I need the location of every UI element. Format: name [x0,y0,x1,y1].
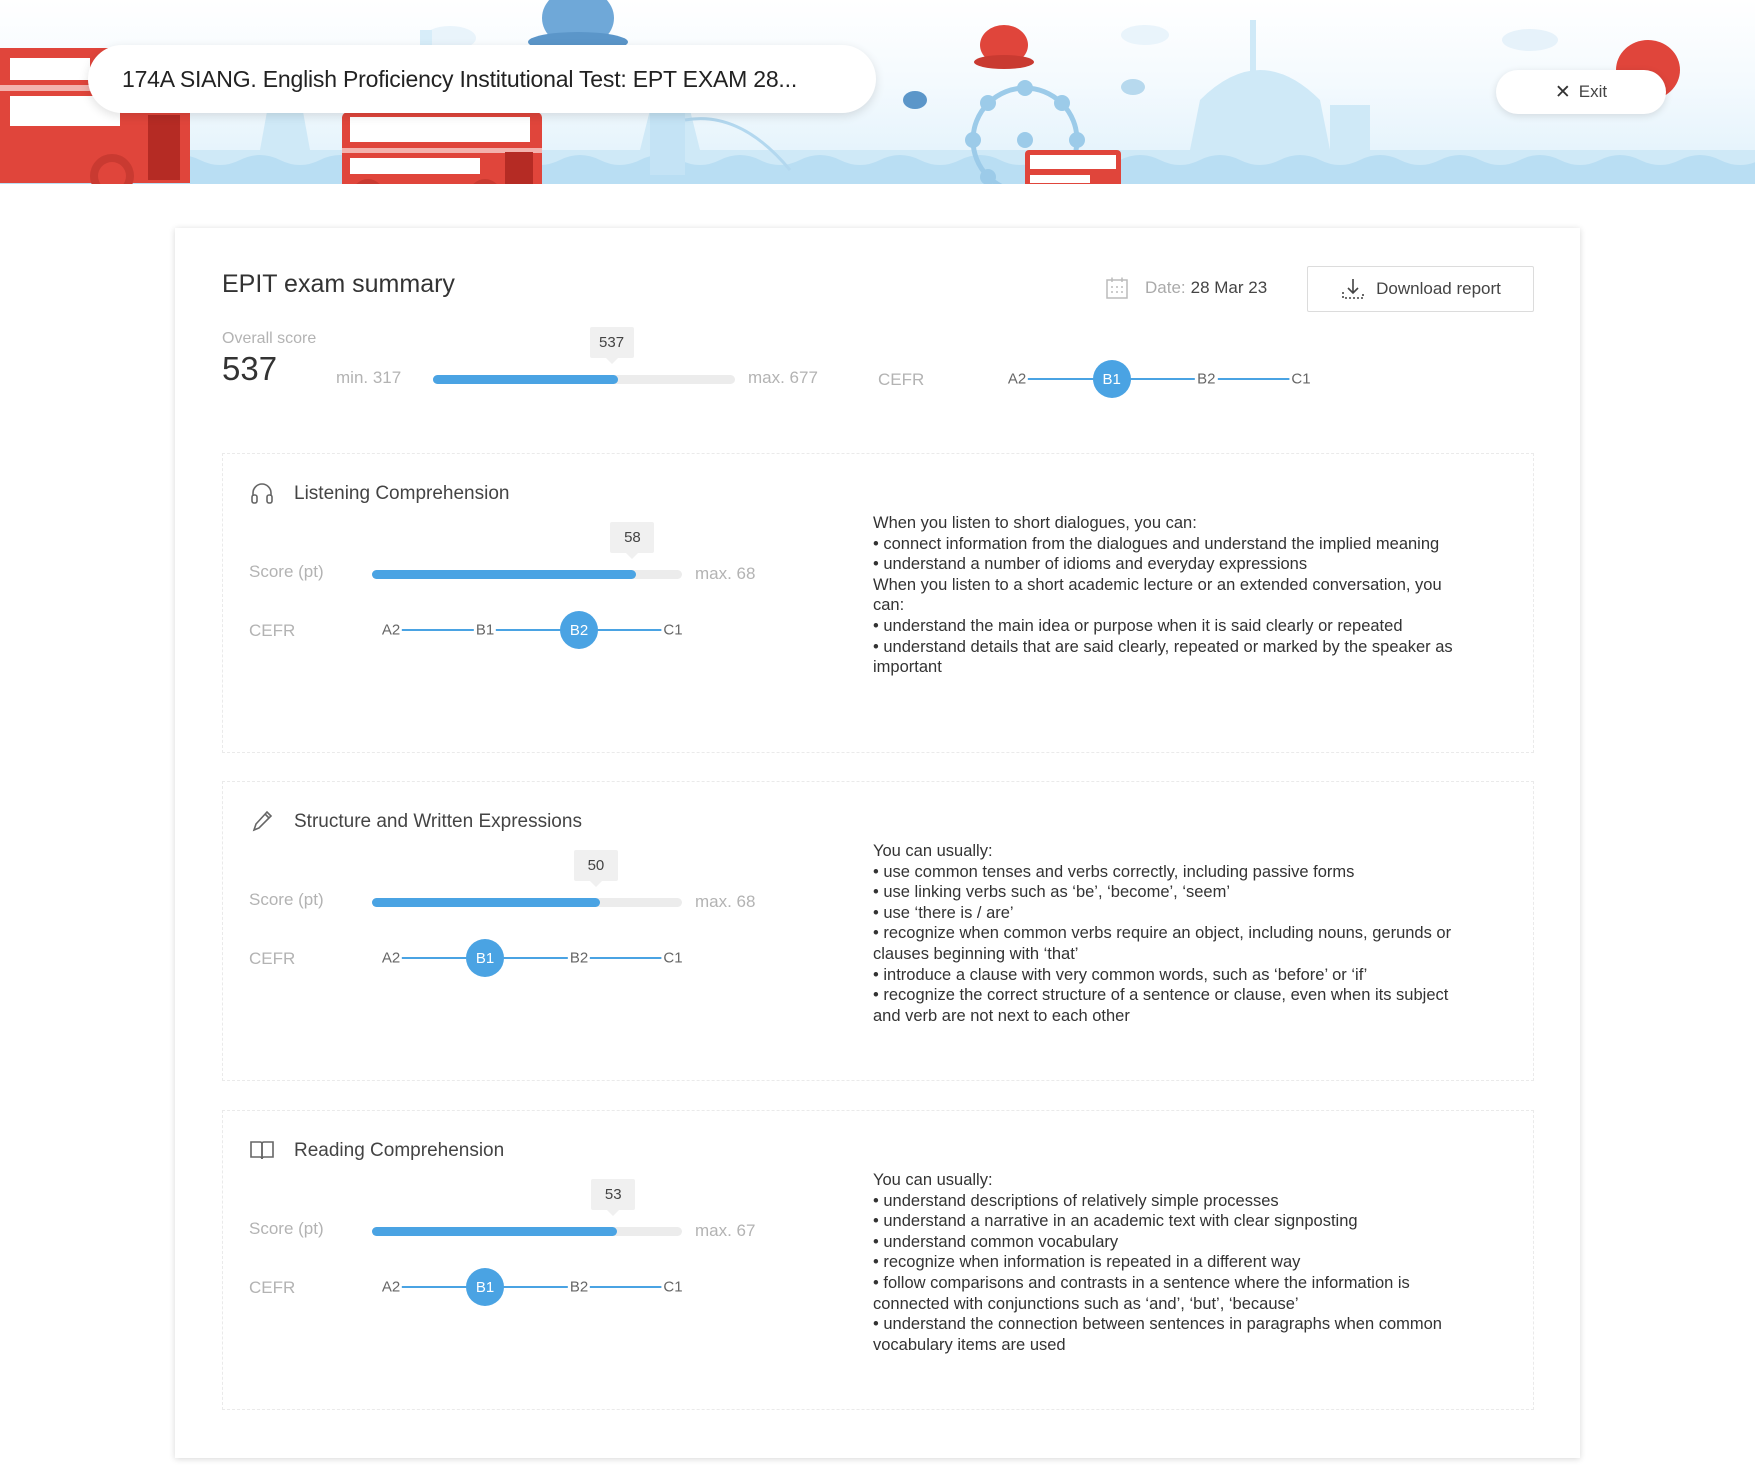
section-cefr-label: CEFR [249,1278,296,1297]
overall-score-bar-fill [433,375,618,384]
cefr-level: B2 [567,949,591,967]
description-line: When you listen to a short academic lect… [873,575,1442,615]
section-description: When you listen to short dialogues, you … [873,513,1463,678]
description-line: • understand the connection between sent… [873,1315,1442,1354]
section-score-bar-fill [372,570,637,579]
section-card: Reading Comprehension Score (pt) 53 max.… [222,1110,1534,1410]
cefr-level: C1 [661,1278,685,1296]
description-line: • use linking verbs such as ‘be’, ‘becom… [873,883,1231,902]
description-line: • use ‘there is / are’ [873,903,1014,922]
section-score-bar [372,1227,682,1236]
exam-title: 174A SIANG. English Proficiency Institut… [122,65,798,92]
cefr-level: A2 [379,621,403,639]
cefr-level-active: B1 [466,939,504,977]
section-cefr-label: CEFR [249,621,296,640]
description-line: • introduce a clause with very common wo… [873,965,1368,984]
cefr-track [391,957,673,959]
description-line: • follow comparisons and contrasts in a … [873,1273,1410,1313]
section-title: Structure and Written Expressions [294,811,582,832]
section-title: Listening Comprehension [294,483,510,504]
section-card: Listening Comprehension Score (pt) 58 ma… [222,453,1534,753]
section-description: You can usually: • understand description… [873,1170,1463,1355]
cefr-level: C1 [1289,370,1313,388]
section-score-bar-fill [372,898,600,907]
date-label: Date: [1145,278,1186,297]
description-line: • recognize the correct structure of a s… [873,986,1449,1025]
cefr-level: B2 [1195,370,1218,388]
section-cefr-label: CEFR [249,949,296,968]
section-score-bubble: 58 [610,522,655,553]
exam-title-pill: 174A SIANG. English Proficiency Institut… [88,45,876,113]
description-line: You can usually: [873,1171,993,1189]
description-line: • recognize when common verbs require an… [873,924,1452,963]
exam-date: Date: 28 Mar 23 [1105,276,1267,300]
cefr-level: A2 [379,1278,403,1296]
score-label: Score (pt) [249,1219,324,1238]
cefr-track [391,1286,673,1288]
section-max-label: max. 68 [695,564,756,583]
overall-score-bubble: 537 [589,327,634,358]
description-line: You can usually: [873,842,993,860]
section-card: Structure and Written Expressions Score … [222,781,1534,1081]
exit-button[interactable]: ✕ Exit [1496,70,1666,114]
section-score-bubble: 50 [573,850,618,881]
pencil-icon [249,808,275,834]
description-line: • understand descriptions of relatively … [873,1191,1279,1210]
section-title: Reading Comprehension [294,1140,505,1161]
download-icon [1342,279,1364,299]
close-icon: ✕ [1554,81,1571,103]
exit-label: Exit [1578,82,1608,101]
overall-score-bar [433,375,735,384]
score-label: Score (pt) [249,890,324,909]
summary-title: EPIT exam summary [222,270,455,298]
date-value: 28 Mar 23 [1190,278,1268,297]
description-line: • recognize when information is repeated… [873,1253,1301,1272]
section-max-label: max. 68 [695,892,756,911]
description-line: • understand details that are said clear… [873,637,1453,677]
cefr-level: B1 [473,621,497,639]
cefr-level: C1 [661,949,685,967]
cefr-level-active: B1 [466,1268,504,1306]
exam-summary-card: EPIT exam summary Date: 28 Mar 23 Downlo… [175,228,1580,1458]
cefr-level: A2 [1005,370,1029,388]
overall-cefr-label: CEFR [878,370,925,389]
section-score-bubble: 53 [591,1179,636,1210]
section-score-bar [372,898,682,907]
download-report-label: Download report [1376,279,1501,298]
section-description: You can usually: • use common tenses and … [873,841,1463,1026]
cefr-level-active: B2 [560,611,598,649]
cefr-track [391,629,673,631]
description-line: • understand common vocabulary [873,1232,1119,1251]
overall-score-value: 537 [222,350,278,387]
overall-min-label: min. 317 [336,368,402,387]
description-line: • use common tenses and verbs correctly,… [873,862,1355,881]
description-line: • connect information from the dialogues… [873,534,1440,553]
description-line: • understand a narrative in an academic … [873,1212,1358,1231]
cefr-level: B2 [567,1278,591,1296]
book-icon [249,1137,275,1163]
headphones-icon [249,480,275,506]
section-score-bar [372,570,682,579]
description-line: • understand the main idea or purpose wh… [873,616,1403,635]
score-label: Score (pt) [249,562,324,581]
overall-max-label: max. 677 [748,368,818,387]
description-line: • understand a number of idioms and ever… [873,555,1308,574]
cefr-track [1017,378,1301,380]
calendar-icon [1106,277,1128,299]
download-report-button[interactable]: Download report [1307,266,1534,312]
overall-score-label: Overall score [222,330,317,347]
section-score-bar-fill [372,1227,618,1236]
description-line: When you listen to short dialogues, you … [873,514,1197,532]
cefr-level: C1 [661,621,685,639]
header-banner: 174A SIANG. English Proficiency Institut… [0,0,1755,184]
section-max-label: max. 67 [695,1221,756,1240]
cefr-level: A2 [379,949,403,967]
cefr-level-active: B1 [1092,360,1131,398]
